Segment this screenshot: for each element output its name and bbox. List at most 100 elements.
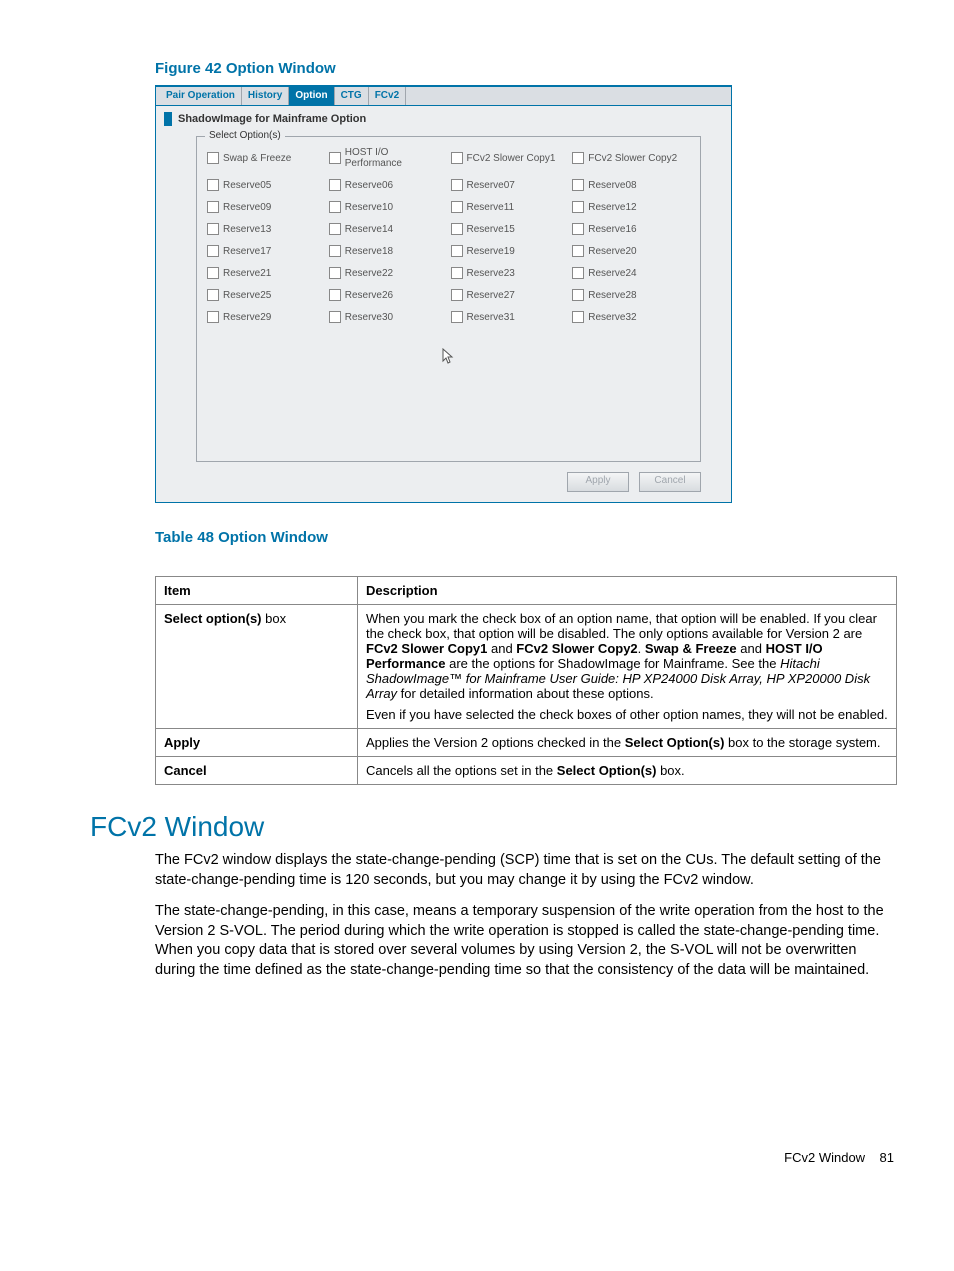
option-reserve18[interactable]: Reserve18: [329, 245, 447, 257]
checkbox-icon[interactable]: [572, 289, 584, 301]
checkbox-icon[interactable]: [451, 152, 463, 164]
option-reserve08[interactable]: Reserve08: [572, 179, 690, 191]
option-label: FCv2 Slower Copy1: [467, 153, 556, 164]
fieldset-legend: Select Option(s): [205, 130, 285, 141]
table-cell-description: Cancels all the options set in the Selec…: [358, 757, 897, 785]
checkbox-icon[interactable]: [207, 289, 219, 301]
checkbox-icon[interactable]: [207, 179, 219, 191]
option-swap-freeze[interactable]: Swap & Freeze: [207, 147, 325, 169]
option-reserve11[interactable]: Reserve11: [451, 201, 569, 213]
option-reserve31[interactable]: Reserve31: [451, 311, 569, 323]
option-label: Reserve23: [467, 268, 515, 279]
checkbox-icon[interactable]: [451, 179, 463, 191]
option-label: Reserve17: [223, 246, 271, 257]
checkbox-icon[interactable]: [329, 223, 341, 235]
tab-history[interactable]: History: [242, 87, 289, 105]
checkbox-icon[interactable]: [207, 311, 219, 323]
checkbox-icon[interactable]: [572, 201, 584, 213]
option-reserve22[interactable]: Reserve22: [329, 267, 447, 279]
figure-caption: Figure 42 Option Window: [155, 60, 894, 77]
option-reserve21[interactable]: Reserve21: [207, 267, 325, 279]
option-reserve23[interactable]: Reserve23: [451, 267, 569, 279]
checkbox-icon[interactable]: [572, 267, 584, 279]
select-options-fieldset: Select Option(s) Swap & FreezeHOST I/O P…: [196, 136, 701, 462]
checkbox-icon[interactable]: [451, 311, 463, 323]
option-reserve28[interactable]: Reserve28: [572, 289, 690, 301]
option-label: Reserve06: [345, 180, 393, 191]
option-reserve10[interactable]: Reserve10: [329, 201, 447, 213]
checkbox-icon[interactable]: [451, 223, 463, 235]
option-reserve12[interactable]: Reserve12: [572, 201, 690, 213]
table-cell-item: Cancel: [156, 757, 358, 785]
option-reserve27[interactable]: Reserve27: [451, 289, 569, 301]
option-label: Reserve15: [467, 224, 515, 235]
option-reserve09[interactable]: Reserve09: [207, 201, 325, 213]
tab-pair-operation[interactable]: Pair Operation: [160, 87, 242, 105]
option-label: Reserve09: [223, 202, 271, 213]
table-header-row: Item Description: [156, 577, 897, 605]
tab-fcv2[interactable]: FCv2: [369, 87, 406, 105]
checkbox-icon[interactable]: [572, 311, 584, 323]
checkbox-icon[interactable]: [451, 201, 463, 213]
option-label: Reserve14: [345, 224, 393, 235]
option-fcv2-slower-copy2[interactable]: FCv2 Slower Copy2: [572, 147, 690, 169]
option-reserve32[interactable]: Reserve32: [572, 311, 690, 323]
option-reserve06[interactable]: Reserve06: [329, 179, 447, 191]
checkbox-icon[interactable]: [207, 152, 219, 164]
checkbox-icon[interactable]: [207, 223, 219, 235]
checkbox-icon[interactable]: [207, 267, 219, 279]
option-reserve13[interactable]: Reserve13: [207, 223, 325, 235]
option-reserve24[interactable]: Reserve24: [572, 267, 690, 279]
section-title-text: ShadowImage for Mainframe Option: [178, 113, 366, 125]
checkbox-icon[interactable]: [572, 245, 584, 257]
option-host-i-o-performance[interactable]: HOST I/O Performance: [329, 147, 447, 169]
option-reserve14[interactable]: Reserve14: [329, 223, 447, 235]
checkbox-icon[interactable]: [329, 245, 341, 257]
option-fcv2-slower-copy1[interactable]: FCv2 Slower Copy1: [451, 147, 569, 169]
checkbox-icon[interactable]: [572, 152, 584, 164]
cancel-button[interactable]: Cancel: [639, 472, 701, 492]
checkbox-icon[interactable]: [329, 179, 341, 191]
checkbox-icon[interactable]: [329, 267, 341, 279]
body-paragraph: The FCv2 window displays the state-chang…: [155, 851, 894, 890]
option-reserve19[interactable]: Reserve19: [451, 245, 569, 257]
checkbox-icon[interactable]: [329, 201, 341, 213]
option-reserve15[interactable]: Reserve15: [451, 223, 569, 235]
option-window-table: Item Description Select option(s) boxWhe…: [155, 576, 897, 785]
checkbox-icon[interactable]: [207, 201, 219, 213]
option-label: Reserve26: [345, 290, 393, 301]
option-label: Reserve28: [588, 290, 636, 301]
tab-option[interactable]: Option: [289, 87, 334, 105]
table-row: CancelCancels all the options set in the…: [156, 757, 897, 785]
option-reserve26[interactable]: Reserve26: [329, 289, 447, 301]
option-reserve07[interactable]: Reserve07: [451, 179, 569, 191]
checkbox-icon[interactable]: [451, 289, 463, 301]
option-label: Reserve08: [588, 180, 636, 191]
option-label: Reserve29: [223, 312, 271, 323]
apply-button[interactable]: Apply: [567, 472, 629, 492]
option-reserve30[interactable]: Reserve30: [329, 311, 447, 323]
option-reserve25[interactable]: Reserve25: [207, 289, 325, 301]
checkbox-icon[interactable]: [329, 152, 341, 164]
option-reserve29[interactable]: Reserve29: [207, 311, 325, 323]
checkbox-icon[interactable]: [572, 179, 584, 191]
option-label: Swap & Freeze: [223, 153, 291, 164]
option-label: Reserve24: [588, 268, 636, 279]
tab-bar: Pair OperationHistoryOptionCTGFCv2: [156, 86, 731, 106]
checkbox-icon[interactable]: [451, 267, 463, 279]
checkbox-icon[interactable]: [329, 311, 341, 323]
table-cell-item: Select option(s) box: [156, 605, 358, 729]
checkbox-icon[interactable]: [572, 223, 584, 235]
checkbox-icon[interactable]: [207, 245, 219, 257]
option-window-screenshot: Pair OperationHistoryOptionCTGFCv2 Shado…: [155, 85, 732, 503]
option-reserve16[interactable]: Reserve16: [572, 223, 690, 235]
option-label: Reserve13: [223, 224, 271, 235]
option-label: Reserve20: [588, 246, 636, 257]
tab-ctg[interactable]: CTG: [335, 87, 369, 105]
option-reserve05[interactable]: Reserve05: [207, 179, 325, 191]
checkbox-icon[interactable]: [329, 289, 341, 301]
checkbox-icon[interactable]: [451, 245, 463, 257]
option-reserve17[interactable]: Reserve17: [207, 245, 325, 257]
option-label: Reserve32: [588, 312, 636, 323]
option-reserve20[interactable]: Reserve20: [572, 245, 690, 257]
